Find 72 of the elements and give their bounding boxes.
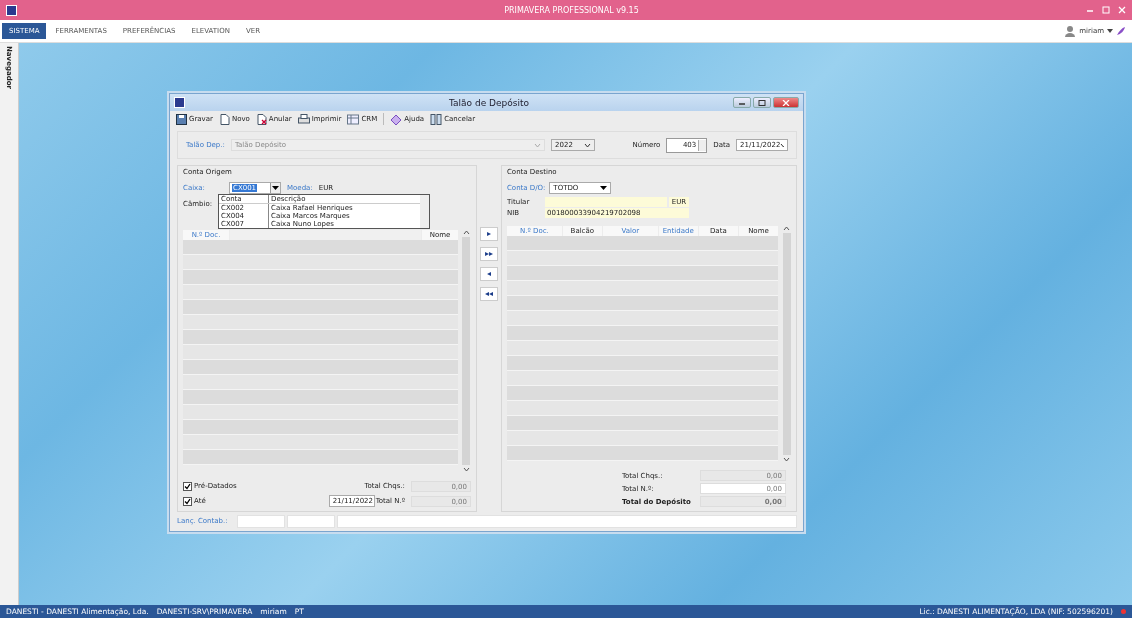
vertical-scrollbar[interactable] bbox=[782, 226, 791, 462]
scroll-up-icon[interactable] bbox=[783, 226, 790, 231]
dialog-title: Talão de Depósito bbox=[448, 97, 530, 108]
table-icon bbox=[347, 113, 360, 125]
table-row[interactable] bbox=[183, 420, 458, 435]
column-header[interactable] bbox=[230, 230, 421, 240]
table-row[interactable] bbox=[507, 431, 778, 446]
app-logo-icon bbox=[6, 4, 17, 16]
table-row[interactable] bbox=[183, 240, 458, 255]
close-icon bbox=[782, 99, 790, 106]
table-row[interactable] bbox=[507, 446, 778, 461]
table-row[interactable] bbox=[183, 270, 458, 285]
table-row[interactable] bbox=[183, 390, 458, 405]
table-row[interactable] bbox=[507, 341, 778, 356]
table-row[interactable] bbox=[183, 255, 458, 270]
maximize-button[interactable] bbox=[753, 97, 771, 108]
minimize-button[interactable] bbox=[733, 97, 751, 108]
caret-icon bbox=[583, 142, 591, 148]
move-button[interactable]: ◂ bbox=[480, 267, 498, 281]
input-field[interactable] bbox=[337, 514, 797, 528]
maximize-icon[interactable] bbox=[1102, 6, 1110, 14]
table-row[interactable] bbox=[507, 371, 778, 386]
help-icon bbox=[390, 113, 403, 125]
table-row[interactable] bbox=[507, 296, 778, 311]
move-button[interactable]: ◂◂ bbox=[480, 287, 498, 301]
scroll-up-icon[interactable] bbox=[463, 230, 470, 235]
table-row[interactable] bbox=[507, 401, 778, 416]
table-row[interactable] bbox=[183, 450, 458, 465]
close-button[interactable] bbox=[773, 97, 799, 108]
table-row[interactable] bbox=[183, 375, 458, 390]
table-row[interactable] bbox=[507, 251, 778, 266]
table-row[interactable] bbox=[507, 281, 778, 296]
move-button[interactable]: ▸ bbox=[480, 227, 498, 241]
table-row[interactable] bbox=[507, 356, 778, 371]
caret-icon bbox=[600, 185, 608, 191]
input-field[interactable] bbox=[237, 514, 285, 528]
scroll-down-icon[interactable] bbox=[463, 467, 470, 472]
scroll-down-icon[interactable] bbox=[783, 457, 790, 462]
table-row[interactable] bbox=[507, 311, 778, 326]
table-row[interactable] bbox=[183, 300, 458, 315]
table-row[interactable] bbox=[183, 435, 458, 450]
table-row[interactable] bbox=[183, 315, 458, 330]
table-row[interactable] bbox=[507, 326, 778, 341]
table-row[interactable] bbox=[183, 345, 458, 360]
caret-icon bbox=[780, 142, 784, 148]
list-scrollbar[interactable] bbox=[420, 195, 429, 228]
move-button[interactable]: ▸▸ bbox=[480, 247, 498, 261]
table-row[interactable] bbox=[183, 330, 458, 345]
save-icon bbox=[176, 113, 187, 125]
user-avatar-icon bbox=[1064, 25, 1077, 37]
maximize-icon bbox=[758, 99, 766, 106]
door-icon bbox=[430, 113, 443, 125]
caret-icon bbox=[534, 142, 542, 148]
table-row[interactable] bbox=[507, 236, 778, 251]
close-icon[interactable] bbox=[1118, 6, 1126, 14]
status-dot-icon bbox=[1121, 609, 1126, 614]
table-row[interactable] bbox=[507, 386, 778, 401]
table-row[interactable] bbox=[183, 405, 458, 420]
document-icon bbox=[218, 113, 230, 125]
app-title: PRIMAVERA PROFESSIONAL v9.15 bbox=[503, 5, 640, 15]
table-row[interactable] bbox=[507, 416, 778, 431]
vertical-scrollbar[interactable] bbox=[462, 230, 471, 472]
caret-icon[interactable] bbox=[1107, 29, 1113, 33]
printer-icon bbox=[297, 113, 310, 125]
table-row[interactable] bbox=[507, 266, 778, 281]
table-row[interactable] bbox=[183, 360, 458, 375]
input-field[interactable] bbox=[287, 514, 335, 528]
dialog-logo-icon bbox=[174, 97, 185, 108]
document-cross-icon bbox=[255, 113, 267, 125]
caret-icon bbox=[272, 185, 279, 191]
table-row[interactable] bbox=[183, 285, 458, 300]
feather-icon bbox=[1116, 26, 1126, 36]
